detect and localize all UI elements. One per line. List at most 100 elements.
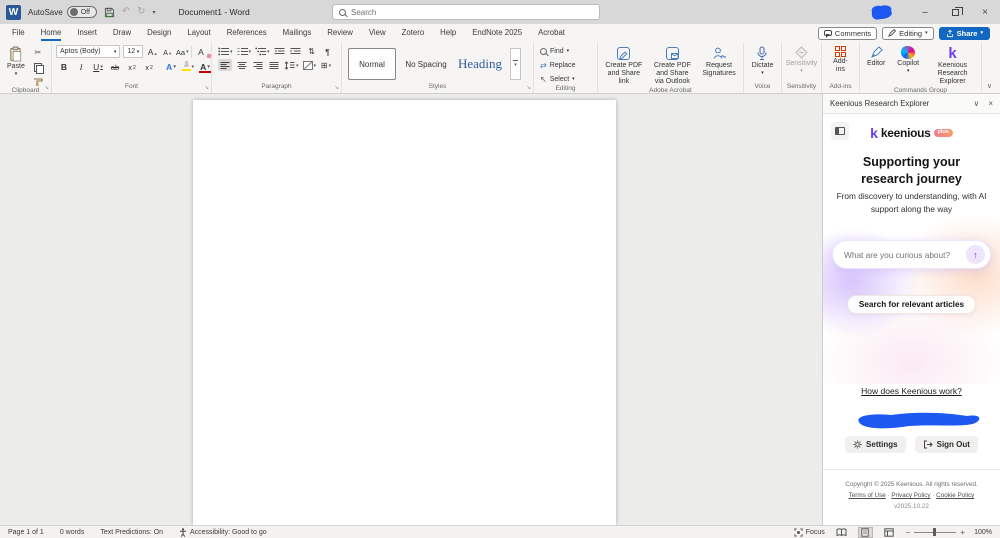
tab-home[interactable]: Home: [33, 25, 70, 41]
style-heading[interactable]: Heading: [456, 48, 504, 80]
autosave-control[interactable]: AutoSave Off: [28, 6, 97, 18]
curiosity-input-box[interactable]: ↑: [832, 240, 991, 269]
align-left-button[interactable]: [218, 59, 232, 71]
keenious-ribbon-button[interactable]: k Keenious Research Explorer: [928, 45, 977, 87]
zoom-in-icon[interactable]: +: [960, 528, 965, 537]
word-count[interactable]: 0 words: [60, 529, 85, 536]
italic-button[interactable]: I: [75, 60, 87, 72]
editor-button[interactable]: Editor: [864, 45, 888, 69]
search-input[interactable]: [351, 7, 593, 17]
text-effects-button[interactable]: A ▾: [165, 60, 177, 72]
change-case-button[interactable]: Aa ▾: [176, 46, 189, 58]
font-size-combo[interactable]: 12 ▾: [123, 45, 144, 58]
format-painter-button[interactable]: [31, 75, 45, 87]
zoom-slider[interactable]: − +: [906, 528, 965, 537]
borders-button[interactable]: ⊞ ▾: [320, 59, 332, 71]
word-app-icon[interactable]: W: [6, 4, 21, 20]
quick-access-caret-icon[interactable]: ▾: [152, 9, 155, 16]
text-predictions[interactable]: Text Predictions: On: [100, 529, 163, 536]
collapse-ribbon-icon[interactable]: ∨: [987, 82, 992, 90]
shading-button[interactable]: ▾: [302, 59, 316, 71]
replace-button[interactable]: ⇄ Replace: [540, 59, 593, 71]
zoom-track[interactable]: [914, 528, 957, 536]
select-button[interactable]: ↖ Select ▾: [540, 73, 593, 85]
comments-button[interactable]: Comments: [817, 26, 878, 40]
minimize-button[interactable]: –: [910, 0, 940, 24]
cut-button[interactable]: ✂: [31, 47, 45, 59]
zoom-thumb[interactable]: [933, 528, 937, 536]
align-right-button[interactable]: [252, 59, 264, 71]
style-no-spacing[interactable]: No Spacing: [402, 48, 450, 80]
close-button[interactable]: ×: [970, 0, 1000, 24]
addins-button[interactable]: Add-ins: [826, 45, 855, 75]
tab-view[interactable]: View: [361, 25, 394, 41]
undo-icon[interactable]: ↶: [122, 7, 130, 17]
settings-button[interactable]: Settings: [845, 436, 906, 453]
find-button[interactable]: Find ▾: [540, 45, 593, 57]
save-icon[interactable]: [104, 7, 115, 18]
document-page[interactable]: [193, 100, 616, 525]
styles-gallery-expand[interactable]: ▾: [510, 48, 521, 81]
create-pdf-share-link-button[interactable]: Create PDF and Share link: [602, 45, 646, 87]
tab-layout[interactable]: Layout: [179, 25, 218, 41]
tab-references[interactable]: References: [219, 25, 275, 41]
tab-zotero[interactable]: Zotero: [394, 25, 433, 41]
grow-font-button[interactable]: A ▴: [146, 46, 158, 58]
how-does-keenious-work-link[interactable]: How does Keenious work?: [861, 386, 962, 396]
curiosity-input[interactable]: [844, 249, 962, 260]
restore-button[interactable]: [940, 0, 970, 24]
font-name-combo[interactable]: Aptos (Body) ▾: [56, 45, 121, 58]
font-color-button[interactable]: A ▾: [199, 60, 211, 73]
highlight-button[interactable]: ▾: [182, 60, 194, 72]
panel-close-icon[interactable]: ×: [988, 99, 993, 108]
read-mode-button[interactable]: [834, 527, 849, 538]
create-pdf-outlook-button[interactable]: Create PDF and Share via Outlook: [649, 45, 696, 87]
sort-button[interactable]: ⇅: [306, 45, 318, 57]
decrease-indent-button[interactable]: [274, 45, 286, 57]
tab-review[interactable]: Review: [319, 25, 361, 41]
editing-mode-button[interactable]: Editing ▾: [882, 26, 934, 40]
accessibility-status[interactable]: Accessibility: Good to go: [179, 527, 267, 537]
tab-file[interactable]: File: [4, 25, 33, 41]
page-indicator[interactable]: Page 1 of 1: [8, 529, 44, 536]
underline-button[interactable]: U ▾: [92, 60, 104, 72]
redo-icon[interactable]: ↻: [137, 7, 145, 17]
cookie-policy-link[interactable]: Cookie Policy: [936, 492, 974, 499]
copy-button[interactable]: [31, 61, 45, 74]
tab-design[interactable]: Design: [139, 25, 179, 41]
superscript-button[interactable]: x2: [143, 60, 155, 72]
search-articles-button[interactable]: Search for relevant articles: [846, 295, 977, 314]
terms-of-use-link[interactable]: Terms of Use: [849, 492, 886, 499]
zoom-level[interactable]: 100%: [974, 529, 992, 536]
print-layout-button[interactable]: [857, 526, 873, 538]
align-center-button[interactable]: [236, 59, 248, 71]
dictate-button[interactable]: Dictate ▾: [749, 45, 777, 78]
paragraph-dialog-launcher[interactable]: ↘: [334, 85, 339, 92]
focus-mode-button[interactable]: Focus: [794, 527, 825, 537]
zoom-out-icon[interactable]: −: [906, 528, 911, 537]
clipboard-dialog-launcher[interactable]: ↘: [44, 85, 49, 92]
show-marks-button[interactable]: ¶: [322, 45, 334, 57]
increase-indent-button[interactable]: [290, 45, 302, 57]
tab-draw[interactable]: Draw: [105, 25, 139, 41]
copilot-button[interactable]: Copilot ▾: [894, 45, 922, 76]
line-spacing-button[interactable]: ▾: [284, 59, 299, 71]
strikethrough-button[interactable]: ab: [109, 60, 121, 72]
request-signatures-button[interactable]: Request Signatures: [699, 45, 739, 79]
justify-button[interactable]: [268, 59, 280, 71]
sign-out-button[interactable]: Sign Out: [914, 436, 978, 453]
bold-button[interactable]: B: [58, 60, 70, 72]
shrink-font-button[interactable]: A ▾: [161, 46, 173, 58]
privacy-policy-link[interactable]: Privacy Policy: [891, 492, 930, 499]
submit-button[interactable]: ↑: [966, 245, 985, 264]
font-dialog-launcher[interactable]: ↘: [204, 85, 209, 92]
numbering-button[interactable]: ▾: [237, 45, 251, 57]
style-normal[interactable]: Normal: [348, 48, 396, 81]
paste-button[interactable]: Paste ▾: [4, 45, 28, 79]
tab-endnote[interactable]: EndNote 2025: [464, 25, 530, 41]
avatar-scribble[interactable]: [867, 4, 894, 21]
tab-insert[interactable]: Insert: [69, 25, 105, 41]
autosave-toggle[interactable]: Off: [66, 6, 97, 18]
tab-mailings[interactable]: Mailings: [275, 25, 320, 41]
bullets-button[interactable]: ▾: [218, 45, 233, 57]
